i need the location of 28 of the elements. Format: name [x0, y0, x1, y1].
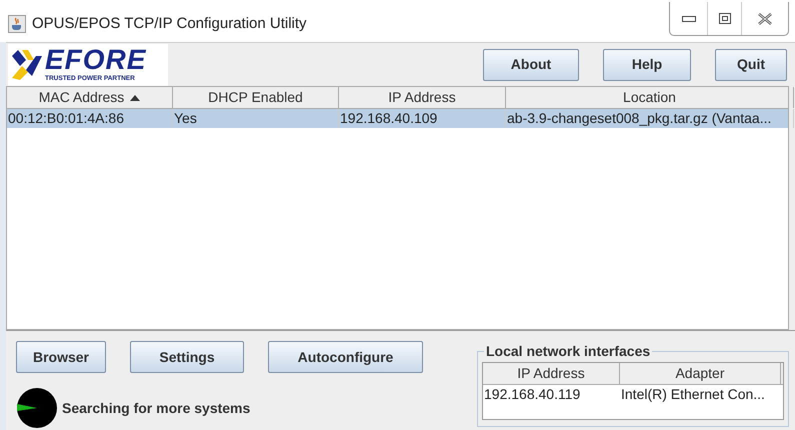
column-header[interactable]: Location	[506, 87, 794, 108]
column-header[interactable]: DHCP Enabled	[173, 87, 339, 108]
radar-icon	[16, 387, 58, 429]
status-text: Searching for more systems	[62, 398, 250, 418]
minimize-icon	[682, 14, 696, 22]
window-title: OPUS/EPOS TCP/IP Configuration Utility	[32, 14, 307, 34]
group-title: Local network interfaces	[485, 342, 652, 361]
action-button[interactable]: Browser	[16, 341, 106, 373]
action-button[interactable]: Autoconfigure	[268, 341, 423, 373]
table-cell: ab-3.9-changeset008_pkg.tar.gz (Vantaa...	[506, 109, 794, 128]
table-cell-text: 192.168.40.119	[483, 385, 582, 404]
column-header[interactable]: IP Address	[339, 87, 506, 108]
column-header[interactable]: Adapter	[620, 363, 781, 384]
table-cell-text: Intel(R) Ethernet Con...	[620, 385, 766, 404]
toolbar-button[interactable]: About	[483, 48, 579, 80]
toolbar-button[interactable]: Quit	[715, 48, 787, 80]
table-cell: 00:12:B0:01:4A:86	[7, 109, 173, 128]
close-icon	[758, 12, 772, 24]
java-cup-icon	[8, 15, 26, 33]
logo-mark-icon	[10, 48, 44, 82]
column-header[interactable]: MAC Address	[7, 87, 173, 108]
action-button[interactable]: Settings	[130, 341, 244, 373]
maximize-icon	[718, 13, 730, 24]
logo-text: EFORE	[45, 46, 146, 74]
toolbar-button[interactable]: Help	[603, 48, 691, 80]
table-cell: Yes	[173, 109, 339, 128]
table-cell: 192.168.40.109	[339, 109, 506, 128]
column-header[interactable]: IP Address	[483, 363, 620, 384]
